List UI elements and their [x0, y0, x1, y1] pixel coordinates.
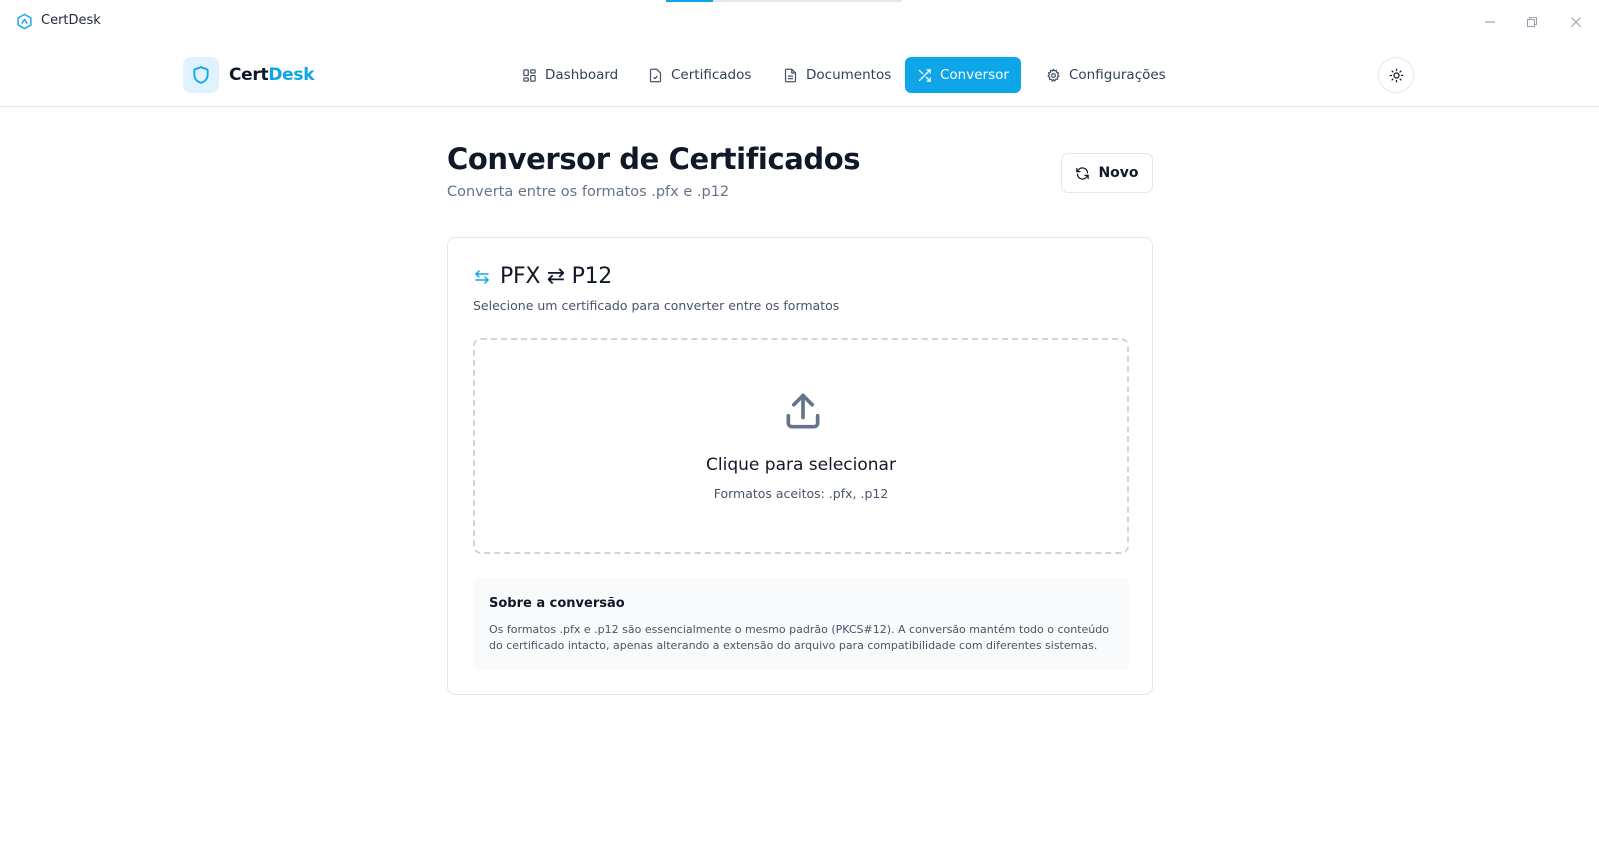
window-title: CertDesk: [41, 13, 101, 28]
loading-progress-bar: [666, 0, 902, 2]
nav-item-label: Configurações: [1069, 67, 1166, 83]
gear-icon: [1047, 68, 1060, 82]
brand-name: CertDesk: [229, 65, 315, 85]
app-logo-icon: [17, 13, 32, 30]
restore-icon: [1526, 16, 1538, 28]
upload-icon: [786, 393, 820, 429]
page-title: Conversor de Certificados: [447, 142, 861, 176]
info-title: Sobre a conversão: [489, 596, 625, 611]
close-button[interactable]: [1566, 12, 1586, 32]
sun-icon: [1389, 68, 1403, 82]
nav-item-label: Certificados: [671, 67, 752, 83]
dashboard-icon: [523, 68, 536, 82]
close-icon: [1571, 17, 1581, 27]
nav-item-configuracoes[interactable]: Configurações: [1034, 57, 1178, 93]
document-icon: [784, 68, 797, 82]
shuffle-icon: [918, 68, 931, 82]
file-dropzone[interactable]: Clique para selecionar Formatos aceitos:…: [473, 338, 1129, 554]
page-subtitle: Converta entre os formatos .pfx e .p12: [447, 184, 730, 200]
brand-name-part2: Desk: [268, 65, 315, 85]
shield-icon: [193, 66, 209, 84]
info-text: Os formatos .pfx e .p12 são essencialmen…: [489, 623, 1109, 652]
dropzone-title: Clique para selecionar: [706, 455, 896, 475]
restore-button[interactable]: [1522, 12, 1542, 32]
minimize-icon: [1485, 21, 1495, 23]
refresh-icon: [1076, 166, 1090, 180]
swap-arrows-icon: [475, 269, 489, 284]
nav-item-conversor[interactable]: Conversor: [905, 57, 1021, 93]
theme-toggle-button[interactable]: [1378, 57, 1414, 93]
brand-logo[interactable]: [183, 57, 219, 93]
file-check-icon: [649, 68, 662, 82]
nav-item-dashboard[interactable]: Dashboard: [510, 57, 630, 93]
nav-item-label: Conversor: [940, 67, 1009, 83]
brand-name-part1: Cert: [229, 65, 269, 85]
nav-item-label: Dashboard: [545, 67, 619, 83]
conversion-info-box: Sobre a conversão Os formatos .pfx e .p1…: [473, 578, 1129, 670]
nav-item-label: Documentos: [806, 67, 892, 83]
converter-card: PFX ⇄ P12 Selecione um certificado para …: [447, 237, 1153, 695]
window-titlebar: CertDesk: [0, 0, 1599, 43]
nav-item-documentos[interactable]: Documentos: [771, 57, 903, 93]
nav-item-certificados[interactable]: Certificados: [636, 57, 763, 93]
card-title: PFX ⇄ P12: [500, 264, 612, 289]
card-header: PFX ⇄ P12: [473, 264, 612, 289]
new-button-label: Novo: [1098, 165, 1139, 181]
dropzone-subtitle: Formatos aceitos: .pfx, .p12: [713, 486, 889, 501]
new-button[interactable]: Novo: [1061, 153, 1153, 193]
top-navbar: CertDesk Dashboard Certificados Document…: [0, 43, 1599, 107]
loading-progress-fill: [666, 0, 714, 2]
card-description: Selecione um certificado para converter …: [473, 298, 840, 313]
minimize-button[interactable]: [1480, 12, 1500, 32]
